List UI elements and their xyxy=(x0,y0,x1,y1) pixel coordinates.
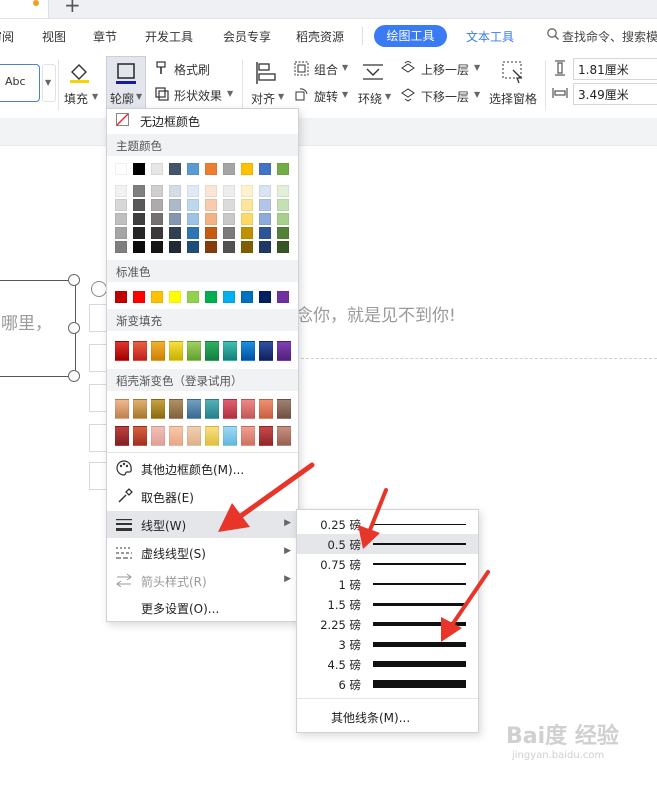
annotation-arrows xyxy=(218,462,490,642)
annotation-arrow-icon xyxy=(358,488,388,549)
annotation-arrow-icon xyxy=(441,570,490,642)
annotation-arrow-icon xyxy=(218,462,315,532)
